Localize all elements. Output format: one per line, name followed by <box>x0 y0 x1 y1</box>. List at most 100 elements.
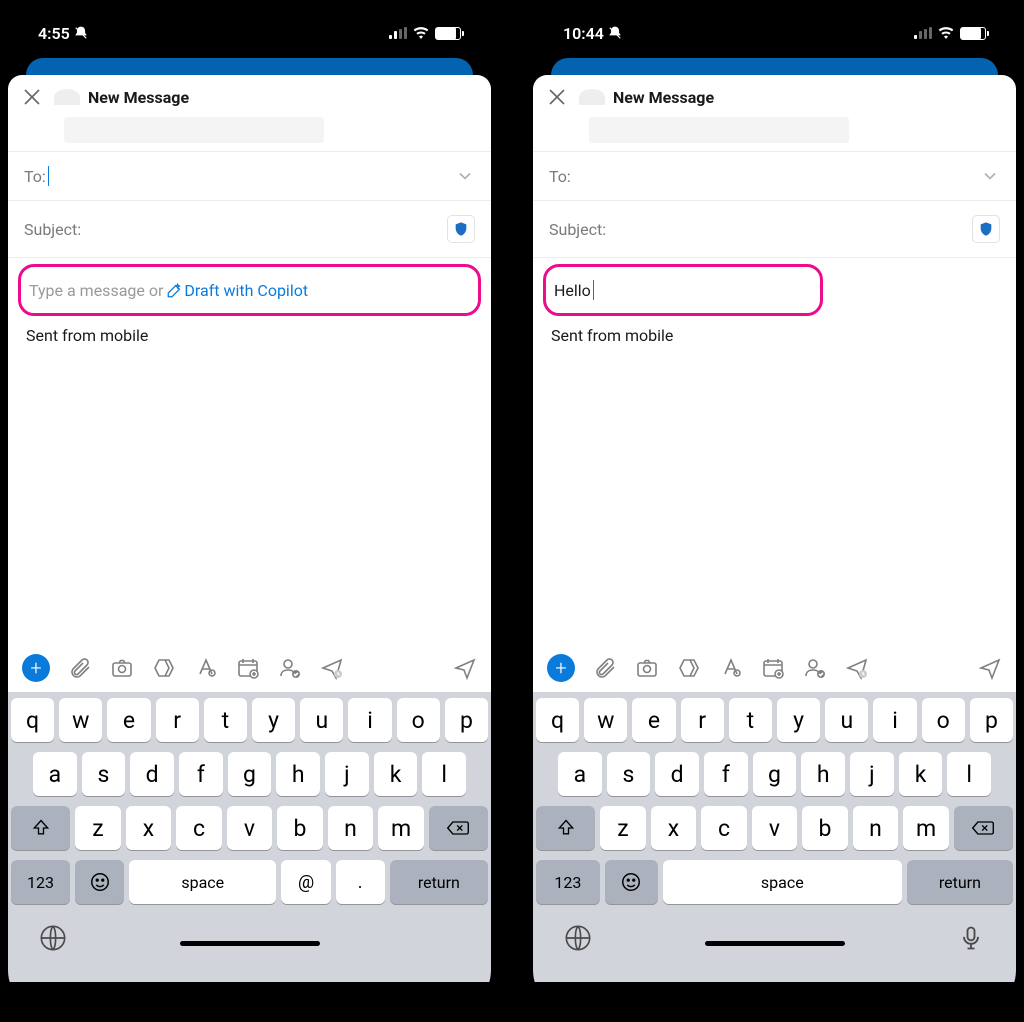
backspace-key[interactable] <box>429 806 488 850</box>
attachment-icon[interactable] <box>593 656 617 680</box>
key-r[interactable]: r <box>681 698 724 742</box>
dictation-mic-icon[interactable] <box>957 924 985 952</box>
contact-check-icon[interactable] <box>278 656 302 680</box>
close-icon[interactable] <box>20 85 44 109</box>
key-z[interactable]: z <box>75 806 121 850</box>
number-key[interactable]: 123 <box>536 860 600 904</box>
home-indicator[interactable] <box>705 941 845 946</box>
subject-field[interactable]: Subject: <box>533 201 1016 257</box>
return-key[interactable]: return <box>390 860 488 904</box>
key-m[interactable]: m <box>378 806 424 850</box>
key-o[interactable]: o <box>922 698 965 742</box>
draft-with-copilot-link[interactable]: Draft with Copilot <box>167 281 308 300</box>
key-s[interactable]: s <box>82 752 126 796</box>
globe-icon[interactable] <box>564 924 592 952</box>
send-later-icon[interactable] <box>320 656 344 680</box>
dot-key[interactable]: . <box>336 860 385 904</box>
key-w[interactable]: w <box>59 698 102 742</box>
key-h[interactable]: h <box>801 752 845 796</box>
home-indicator[interactable] <box>180 941 320 946</box>
key-a[interactable]: a <box>558 752 602 796</box>
space-key[interactable]: space <box>129 860 276 904</box>
key-u[interactable]: u <box>825 698 868 742</box>
sensitivity-button[interactable] <box>447 215 475 243</box>
to-field[interactable]: To: <box>533 152 1016 200</box>
add-button[interactable]: + <box>547 654 575 682</box>
key-u[interactable]: u <box>300 698 343 742</box>
subject-field[interactable]: Subject: <box>8 201 491 257</box>
key-f[interactable]: f <box>704 752 748 796</box>
key-j[interactable]: j <box>850 752 894 796</box>
key-a[interactable]: a <box>33 752 77 796</box>
key-k[interactable]: k <box>899 752 943 796</box>
copilot-icon[interactable] <box>677 656 701 680</box>
key-w[interactable]: w <box>584 698 627 742</box>
key-x[interactable]: x <box>651 806 697 850</box>
key-y[interactable]: y <box>252 698 295 742</box>
to-field[interactable]: To: <box>8 152 491 200</box>
globe-icon[interactable] <box>39 924 67 952</box>
key-c[interactable]: c <box>701 806 747 850</box>
camera-icon[interactable] <box>635 656 659 680</box>
at-key[interactable]: @ <box>281 860 330 904</box>
message-body-area[interactable]: Type a message or Draft with Copilot Sen… <box>8 258 491 644</box>
send-icon[interactable] <box>453 656 477 680</box>
format-text-icon[interactable] <box>719 656 743 680</box>
key-g[interactable]: g <box>228 752 272 796</box>
calendar-add-icon[interactable] <box>236 656 260 680</box>
key-v[interactable]: v <box>227 806 273 850</box>
key-l[interactable]: l <box>947 752 991 796</box>
key-d[interactable]: d <box>655 752 699 796</box>
key-q[interactable]: q <box>11 698 54 742</box>
key-g[interactable]: g <box>753 752 797 796</box>
camera-icon[interactable] <box>110 656 134 680</box>
key-n[interactable]: n <box>853 806 899 850</box>
key-c[interactable]: c <box>176 806 222 850</box>
space-key[interactable]: space <box>663 860 902 904</box>
key-z[interactable]: z <box>600 806 646 850</box>
key-e[interactable]: e <box>632 698 675 742</box>
send-icon[interactable] <box>978 656 1002 680</box>
shift-key[interactable] <box>11 806 70 850</box>
key-k[interactable]: k <box>374 752 418 796</box>
add-button[interactable]: + <box>22 654 50 682</box>
key-s[interactable]: s <box>607 752 651 796</box>
key-t[interactable]: t <box>729 698 772 742</box>
key-i[interactable]: i <box>348 698 391 742</box>
key-p[interactable]: p <box>970 698 1013 742</box>
key-t[interactable]: t <box>204 698 247 742</box>
sensitivity-button[interactable] <box>972 215 1000 243</box>
key-e[interactable]: e <box>107 698 150 742</box>
shift-key[interactable] <box>536 806 595 850</box>
copilot-icon[interactable] <box>152 656 176 680</box>
key-l[interactable]: l <box>422 752 466 796</box>
key-y[interactable]: y <box>777 698 820 742</box>
key-p[interactable]: p <box>445 698 488 742</box>
key-o[interactable]: o <box>397 698 440 742</box>
chevron-down-icon[interactable] <box>455 166 475 186</box>
key-r[interactable]: r <box>156 698 199 742</box>
key-x[interactable]: x <box>126 806 172 850</box>
return-key[interactable]: return <box>907 860 1013 904</box>
key-d[interactable]: d <box>130 752 174 796</box>
key-n[interactable]: n <box>328 806 374 850</box>
key-h[interactable]: h <box>276 752 320 796</box>
key-q[interactable]: q <box>536 698 579 742</box>
chevron-down-icon[interactable] <box>980 166 1000 186</box>
key-v[interactable]: v <box>752 806 798 850</box>
key-b[interactable]: b <box>277 806 323 850</box>
close-icon[interactable] <box>545 85 569 109</box>
key-i[interactable]: i <box>873 698 916 742</box>
key-j[interactable]: j <box>325 752 369 796</box>
emoji-key[interactable] <box>605 860 658 904</box>
backspace-key[interactable] <box>954 806 1013 850</box>
send-later-icon[interactable] <box>845 656 869 680</box>
emoji-key[interactable] <box>75 860 124 904</box>
format-text-icon[interactable] <box>194 656 218 680</box>
key-f[interactable]: f <box>179 752 223 796</box>
calendar-add-icon[interactable] <box>761 656 785 680</box>
attachment-icon[interactable] <box>68 656 92 680</box>
contact-check-icon[interactable] <box>803 656 827 680</box>
key-b[interactable]: b <box>802 806 848 850</box>
message-body-area[interactable]: Hello Sent from mobile <box>533 258 1016 644</box>
